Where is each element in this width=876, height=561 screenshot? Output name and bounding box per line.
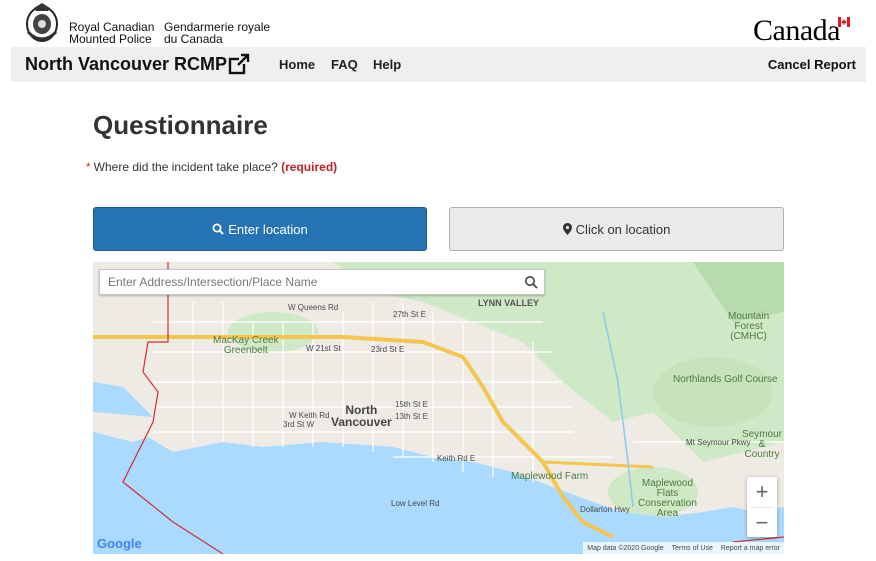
nav-home-link[interactable]: Home <box>279 57 315 72</box>
map-street-w-21st: W 21st St <box>306 344 341 353</box>
map-street-dollarton: Dollarton Hwy <box>580 505 630 514</box>
map-street-w-keith: W Keith Rd <box>289 411 330 420</box>
question-text: Where did the incident take place? <box>93 160 278 174</box>
nav-faq-link[interactable]: FAQ <box>331 57 358 72</box>
map-street-3rd: 3rd St W <box>283 420 315 429</box>
zoom-in-button[interactable]: + <box>747 477 777 507</box>
enter-location-label: Enter location <box>228 221 308 237</box>
location-question: * Where did the incident take place? (req… <box>86 160 337 174</box>
external-link-icon[interactable] <box>228 53 250 75</box>
government-header: Royal Canadian Mounted Police Gendarmeri… <box>0 0 876 47</box>
map-street-keith-e: Keith Rd E <box>437 454 476 463</box>
map-street-mt-seymour: Mt Seymour Pkwy <box>686 438 751 447</box>
search-icon[interactable] <box>524 275 538 289</box>
map-data-credit: Map data ©2020 Google <box>587 544 664 552</box>
map-marker-icon <box>562 223 572 235</box>
map-label-maplewood-flats: Maplewood Flats Conservation Area <box>638 478 697 519</box>
map-street-13th: 13th St E <box>395 412 428 421</box>
rcmp-crest-icon <box>26 3 58 42</box>
map-label-mackay-creek: MacKay Creek Greenbelt <box>213 335 279 356</box>
canada-wordmark: Canada <box>753 14 840 47</box>
map-label-north-vancouver: North Vancouver <box>331 403 392 429</box>
location-map[interactable]: LYNN VALLEY MacKay CreekGreenbelt NorthV… <box>93 262 784 554</box>
org-name-english: Royal Canadian Mounted Police <box>69 20 155 46</box>
required-marker: * <box>86 160 91 174</box>
map-zoom-control: + − <box>747 477 777 537</box>
map-label-maplewood-farm: Maplewood Farm <box>511 471 589 482</box>
click-on-location-label: Click on location <box>575 221 671 237</box>
map-street-low-level: Low Level Rd <box>391 499 440 508</box>
map-label-lynn-valley: LYNN VALLEY <box>478 298 540 308</box>
nav-help-link[interactable]: Help <box>373 57 401 72</box>
google-logo: Google <box>97 536 142 551</box>
map-street-23rd: 23rd St E <box>371 345 405 354</box>
map-street-w-queens: W Queens Rd <box>288 303 339 312</box>
enter-location-button[interactable]: Enter location <box>93 207 427 251</box>
map-attribution: Map data ©2020 Google Terms of Use Repor… <box>583 542 784 554</box>
site-navbar: North Vancouver RCMP Home FAQ Help Cance… <box>11 47 866 82</box>
terms-of-use-link[interactable]: Terms of Use <box>672 545 713 552</box>
map-label-northlands-golf: Northlands Golf Course <box>673 374 778 385</box>
site-title-link[interactable]: North Vancouver RCMP <box>25 54 227 75</box>
page-title: Questionnaire <box>93 110 268 140</box>
map-label-mountain-forest: Mountain Forest (CMHC) <box>728 311 770 342</box>
search-icon <box>212 223 224 235</box>
address-search-input[interactable] <box>108 273 518 291</box>
map-street-27th: 27th St E <box>393 310 426 319</box>
map-street-15th: 15th St E <box>395 400 428 409</box>
cancel-report-link[interactable]: Cancel Report <box>768 57 856 72</box>
org-name-french: Gendarmerie royale du Canada <box>164 20 271 46</box>
address-search-box[interactable] <box>99 269 545 295</box>
zoom-out-button[interactable]: − <box>747 508 777 538</box>
report-map-error-link[interactable]: Report a map error <box>721 545 780 552</box>
click-on-location-button[interactable]: Click on location <box>449 207 784 251</box>
canada-flag-icon <box>838 17 850 27</box>
required-label: (required) <box>281 160 338 174</box>
